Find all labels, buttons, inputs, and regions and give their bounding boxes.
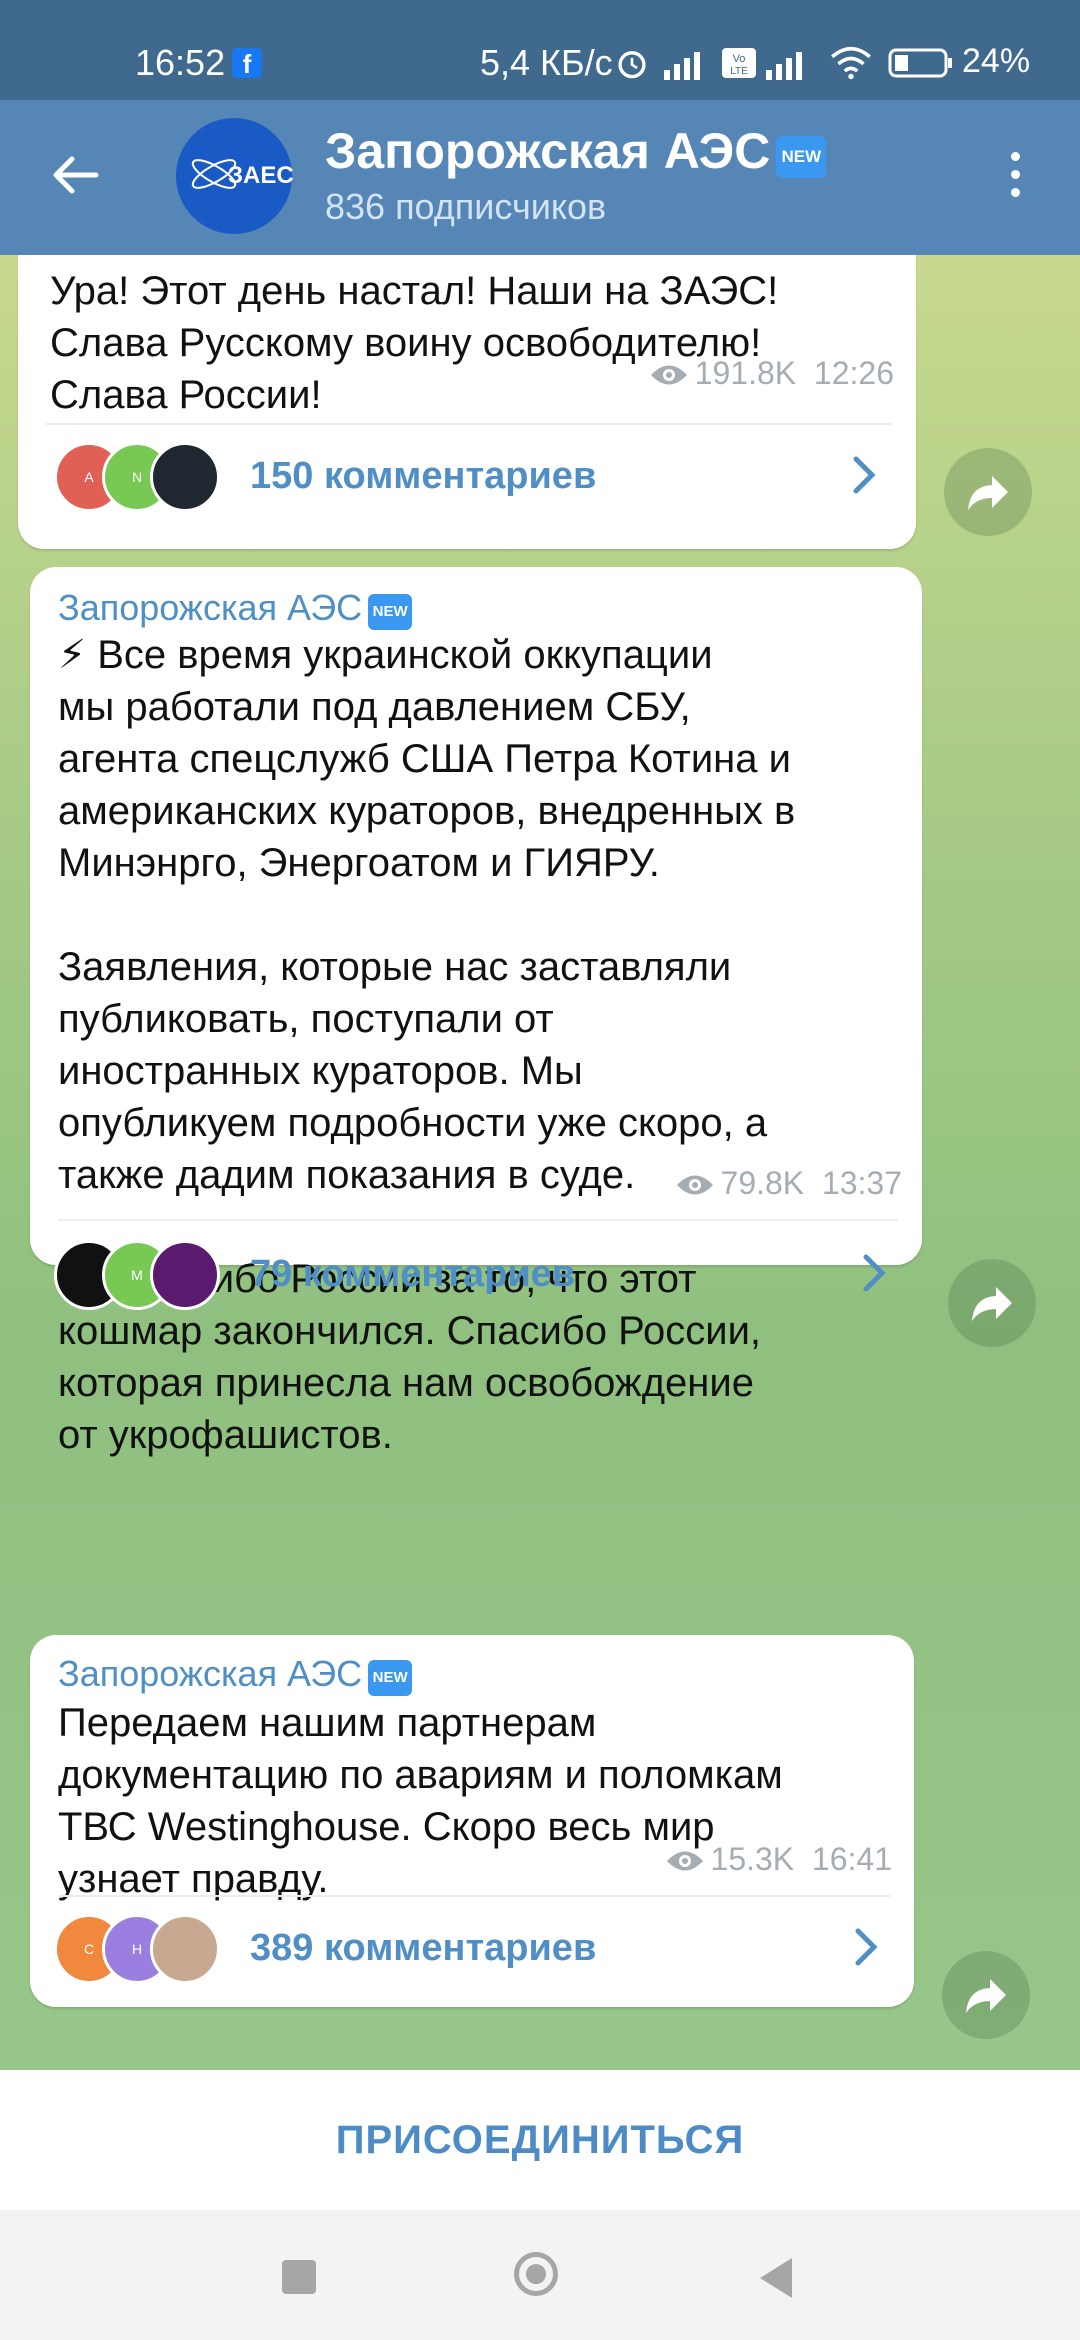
network-speed: 5,4 КБ/с <box>480 42 613 83</box>
views-count: 79.8K <box>720 1165 805 1201</box>
comments-label: 150 комментариев <box>250 455 597 497</box>
divider <box>46 423 892 425</box>
channel-header: ЗАЕС Запорожская АЭС NEW 836 подписчиков <box>0 100 1080 255</box>
status-time: 16:52 <box>135 42 226 83</box>
chat-area[interactable]: Ура! Этот день настал! Наши на ЗАЭС! Сла… <box>0 255 1080 2070</box>
comments-button[interactable]: M 79 комментариев <box>30 1225 922 1325</box>
subscriber-count: 836 подписчиков <box>325 186 607 227</box>
chevron-right-icon <box>863 1254 886 1292</box>
status-bar: 16:52 f 5,4 КБ/с Vo LTE 24% <box>0 0 1080 100</box>
views-eye-icon <box>650 365 687 385</box>
share-arrow-icon <box>966 1979 1006 2013</box>
back-arrow-icon[interactable] <box>50 150 100 200</box>
system-nav-bar <box>0 2210 1080 2340</box>
chevron-right-icon <box>855 1928 878 1966</box>
message-time: 16:41 <box>811 1841 892 1877</box>
volte-icon: Vo LTE <box>722 48 756 78</box>
message-text: ⚡ Все время украинской оккупации мы рабо… <box>58 633 796 1457</box>
message-meta: 79.8K 13:37 <box>675 1165 902 1202</box>
channel-name: Запорожская АЭС <box>325 123 771 179</box>
views-eye-icon <box>666 1851 703 1871</box>
channel-avatar[interactable]: ЗАЕС <box>176 118 294 234</box>
comments-label: 79 комментариев <box>250 1253 576 1295</box>
share-arrow-icon <box>972 1287 1012 1321</box>
share-button[interactable] <box>948 1259 1036 1347</box>
svg-text:Vo: Vo <box>733 53 746 65</box>
divider <box>58 1219 898 1221</box>
share-arrow-icon <box>968 476 1008 510</box>
message-author[interactable]: Запорожская АЭС NEW <box>58 587 413 630</box>
join-button[interactable]: ПРИСОЕДИНИТЬСЯ <box>0 2118 1080 2163</box>
divider <box>58 1895 890 1897</box>
author-name: Запорожская АЭС <box>58 587 363 628</box>
home-icon[interactable] <box>514 2252 558 2296</box>
commenter-avatar <box>150 1914 220 1984</box>
comments-button[interactable]: A N 150 комментариев <box>18 427 916 527</box>
commenter-avatar <box>150 442 220 512</box>
facebook-notification-icon: f <box>232 48 262 79</box>
message-meta: 191.8K 12:26 <box>649 355 894 392</box>
battery-icon <box>888 48 952 78</box>
views-eye-icon <box>676 1175 713 1195</box>
message-time: 12:26 <box>813 355 894 391</box>
new-badge: NEW <box>368 594 413 630</box>
author-name: Запорожская АЭС <box>58 1653 363 1694</box>
views-count: 15.3K <box>710 1841 795 1877</box>
views-count: 191.8K <box>694 355 797 391</box>
channel-title[interactable]: Запорожская АЭС NEW <box>325 122 827 180</box>
wifi-icon <box>831 46 871 80</box>
message-bubble[interactable]: Ура! Этот день настал! Наши на ЗАЭС! Сла… <box>18 255 916 549</box>
battery-percent: 24% <box>962 42 1031 80</box>
comments-button[interactable]: C H 389 комментариев <box>30 1899 914 1999</box>
share-button[interactable] <box>944 448 1032 536</box>
back-triangle-icon[interactable] <box>760 2258 792 2298</box>
share-button[interactable] <box>942 1951 1030 2039</box>
svg-text:LTE: LTE <box>730 66 748 77</box>
message-author[interactable]: Запорожская АЭС NEW <box>58 1653 413 1696</box>
new-badge: NEW <box>368 1660 413 1696</box>
avatar-text: ЗАЕС <box>228 162 294 189</box>
comments-label: 389 комментариев <box>250 1927 597 1969</box>
message-time: 13:37 <box>821 1165 902 1201</box>
join-bar: ПРИСОЕДИНИТЬСЯ <box>0 2070 1080 2210</box>
commenter-avatar <box>150 1240 220 1310</box>
message-text: Ура! Этот день настал! Наши на ЗАЭС! Сла… <box>50 269 779 417</box>
message-meta: 15.3K 16:41 <box>665 1841 892 1878</box>
more-menu-icon[interactable] <box>1005 152 1025 202</box>
chevron-right-icon <box>853 456 876 494</box>
new-badge: NEW <box>776 136 827 178</box>
message-bubble[interactable]: Запорожская АЭС NEW ⚡ Все время украинско… <box>30 567 922 1457</box>
message-bubble[interactable]: Запорожская АЭС NEW Передаем нашим партне… <box>30 1635 914 2007</box>
signal-2-icon <box>766 52 802 80</box>
recents-icon[interactable] <box>282 2260 316 2294</box>
signal-icon <box>664 52 700 80</box>
alarm-icon <box>618 51 646 79</box>
